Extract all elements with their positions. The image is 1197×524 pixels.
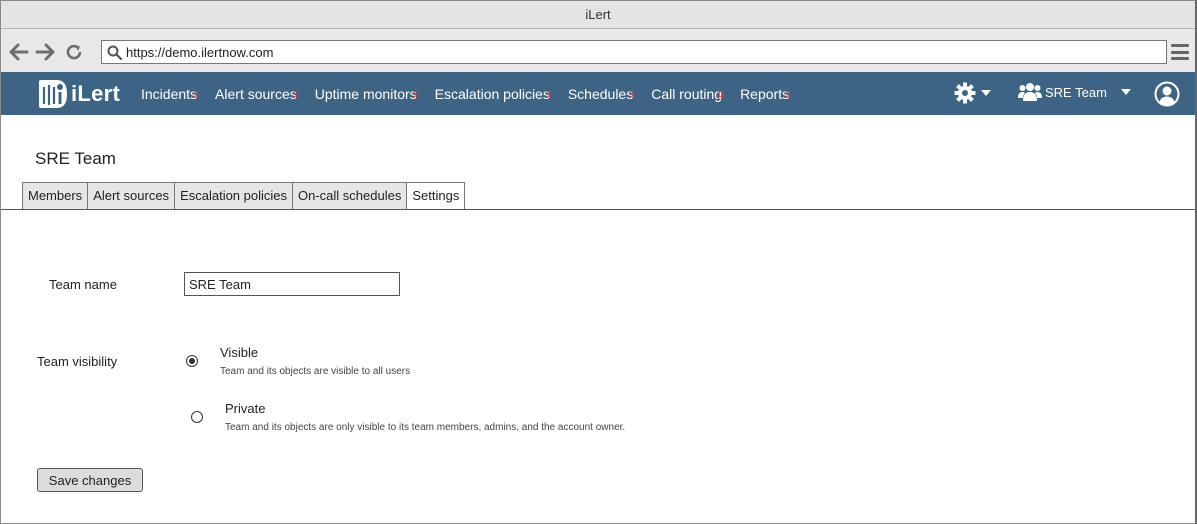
visibility-private-radio[interactable] (191, 411, 203, 423)
browser-toolbar: https://demo.ilertnow.com (1, 29, 1195, 73)
chevron-down-icon (981, 90, 991, 96)
ilert-logo[interactable]: iLert (35, 78, 120, 110)
back-arrow-icon[interactable] (8, 41, 30, 63)
window-title: iLert (585, 7, 611, 22)
private-option-title: Private (225, 401, 266, 416)
visible-option-description: Team and its objects are visible to all … (220, 366, 411, 377)
team-tabs: Members Alert sources Escalation policie… (22, 182, 466, 210)
chevron-down-icon (1120, 89, 1131, 95)
logo-text: iLert (71, 81, 121, 106)
tab-settings[interactable]: Settings (406, 182, 466, 210)
private-option-description: Team and its objects are only visible to… (225, 422, 626, 433)
team-switcher[interactable]: SRE Team (1018, 82, 1131, 102)
settings-menu[interactable] (954, 82, 991, 104)
team-name-label: SRE Team (1045, 84, 1107, 100)
main-menu: Incidents s Alert sources s Uptime monitor… (141, 72, 807, 115)
team-name-label: Team name (49, 277, 117, 292)
visible-option-title: Visible (220, 345, 259, 360)
tab-members[interactable]: Members (22, 182, 88, 210)
tab-escalation-policies[interactable]: Escalation policies (174, 182, 293, 210)
visibility-visible-radio[interactable] (186, 355, 198, 367)
url-text: https://demo.ilertnow.com (126, 44, 274, 60)
save-changes-button[interactable]: Save changes (37, 468, 143, 492)
tab-divider (1, 209, 1195, 210)
page-title: SRE Team (35, 149, 116, 168)
users-icon (1018, 82, 1042, 102)
tab-alert-sources[interactable]: Alert sources (87, 182, 175, 210)
ilert-logo-icon (39, 80, 67, 108)
nav-schedules[interactable]: Schedules s (568, 86, 635, 102)
user-avatar-icon[interactable] (1154, 81, 1180, 112)
browser-window: iLert https://demo.ilertnow.com iLert In… (0, 0, 1197, 524)
nav-uptime-monitors[interactable]: Uptime monitors s (315, 86, 419, 102)
tab-on-call-schedules[interactable]: On-call schedules (292, 182, 407, 210)
nav-alert-sources[interactable]: Alert sources s (215, 86, 299, 102)
window-titlebar: iLert (1, 1, 1195, 29)
nav-reports[interactable]: Reports s (740, 86, 791, 102)
menu-icon[interactable] (1171, 43, 1189, 61)
reload-icon[interactable] (63, 41, 85, 63)
address-bar[interactable]: https://demo.ilertnow.com (101, 40, 1167, 64)
search-icon (107, 45, 122, 60)
team-name-input[interactable] (184, 272, 400, 296)
app-navbar: iLert Incidents s Alert sources s Uptime m… (1, 72, 1195, 115)
gear-icon (954, 82, 976, 104)
nav-incidents[interactable]: Incidents s (141, 86, 199, 102)
forward-arrow-icon[interactable] (34, 41, 56, 63)
nav-call-routing[interactable]: Call routing g (651, 86, 724, 102)
team-visibility-label: Team visibility (37, 354, 118, 369)
nav-escalation-policies[interactable]: Escalation policies s (435, 86, 552, 102)
